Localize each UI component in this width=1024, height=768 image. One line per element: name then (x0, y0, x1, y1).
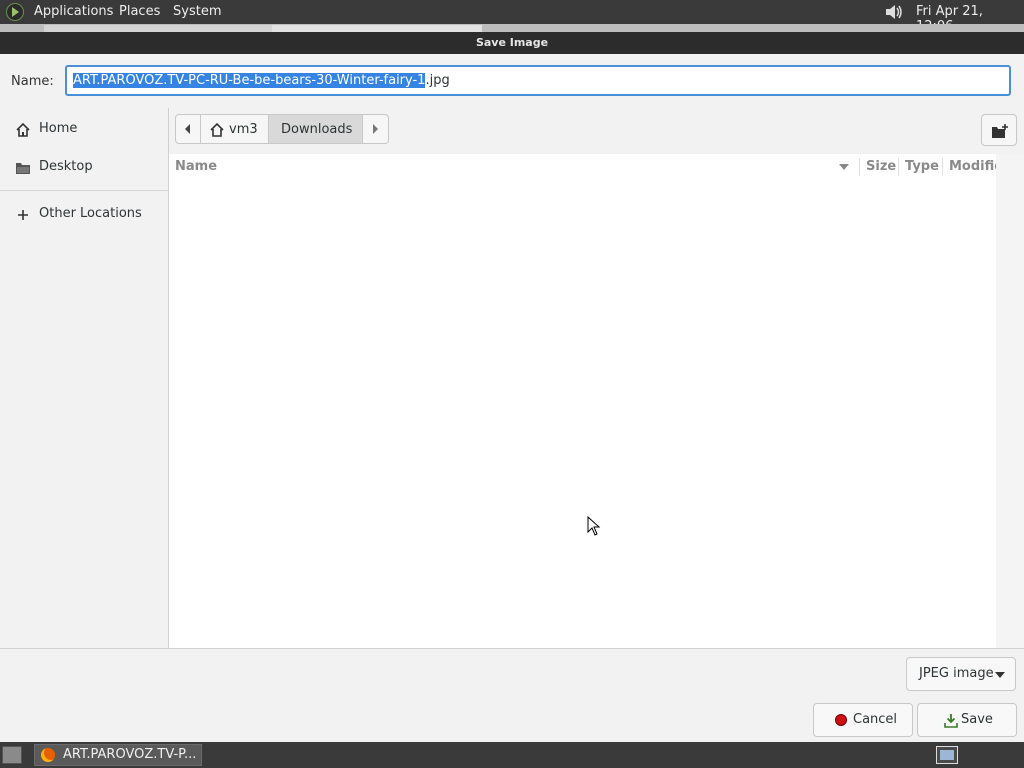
cancel-button[interactable]: Cancel (813, 703, 913, 737)
chevron-right-icon (373, 124, 378, 134)
name-label: Name: (11, 74, 54, 89)
column-separator (898, 158, 899, 176)
column-type[interactable]: Type (905, 159, 939, 174)
column-separator (859, 158, 860, 176)
dialog-title[interactable]: Save Image (0, 32, 1024, 54)
volume-icon[interactable] (884, 3, 906, 21)
sidebar-item-home[interactable]: Home (0, 114, 168, 146)
list-header: Name Size Type Modified (169, 154, 996, 181)
file-type-dropdown[interactable]: JPEG image (906, 657, 1016, 691)
sidebar-item-label: Desktop (39, 159, 93, 174)
path-segment-home[interactable]: vm3 (201, 114, 269, 144)
cancel-button-label: Cancel (853, 712, 898, 727)
sidebar-separator (0, 190, 168, 191)
save-icon (944, 714, 958, 728)
menu-system[interactable]: System (173, 4, 221, 19)
folder-icon (16, 163, 30, 174)
filename-input[interactable]: ART.PAROVOZ.TV-PC-RU-Be-be-bears-30-Wint… (65, 65, 1011, 96)
file-type-label: JPEG image (919, 666, 994, 681)
filename-selection: ART.PAROVOZ.TV-PC-RU-Be-be-bears-30-Wint… (73, 73, 426, 88)
sidebar-item-label: Home (39, 121, 78, 136)
column-name[interactable]: Name (175, 159, 217, 174)
top-panel: Applications Places System Fri Apr 21, 1… (0, 0, 1024, 34)
chevron-left-icon (185, 124, 190, 134)
places-sidebar: Home Desktop Other Locations (0, 108, 169, 648)
filename-extension: .jpg (425, 73, 450, 88)
home-icon (16, 122, 30, 137)
taskbar: ART.PAROVOZ.TV-P... (0, 742, 1024, 768)
name-row: Name: ART.PAROVOZ.TV-PC-RU-Be-be-bears-3… (0, 54, 1024, 108)
menu-places[interactable]: Places (119, 4, 160, 19)
scrollbar[interactable] (996, 154, 1024, 648)
save-image-dialog: Save Image Name: ART.PAROVOZ.TV-PC-RU-Be… (0, 32, 1024, 743)
path-segment-label: Downloads (281, 122, 353, 137)
sidebar-item-other-locations[interactable]: Other Locations (0, 199, 168, 231)
menu-applications[interactable]: Applications (34, 4, 113, 19)
path-bar: vm3 Downloads (169, 108, 1024, 154)
column-size[interactable]: Size (866, 159, 896, 174)
path-segment-downloads[interactable]: Downloads (269, 114, 363, 144)
path-scroll-left-button[interactable] (175, 114, 201, 144)
cancel-icon (835, 714, 847, 726)
save-button[interactable]: Save (917, 703, 1017, 737)
path-segment-label: vm3 (229, 122, 258, 137)
column-separator (942, 158, 943, 176)
dialog-footer: JPEG image Cancel Save (0, 648, 1024, 743)
background-tab (44, 25, 272, 32)
save-button-label: Save (961, 712, 993, 727)
workspace-switcher-icon[interactable] (936, 746, 958, 764)
show-desktop-icon[interactable] (2, 746, 22, 764)
create-folder-button[interactable] (981, 114, 1017, 146)
column-modified[interactable]: Modified (949, 159, 996, 174)
home-icon (210, 122, 224, 137)
firefox-icon (41, 748, 55, 762)
sort-descending-icon[interactable] (839, 164, 849, 170)
window-strip (0, 24, 1024, 32)
sidebar-item-desktop[interactable]: Desktop (0, 152, 168, 184)
chevron-down-icon (995, 672, 1005, 678)
mouse-pointer-icon (587, 516, 601, 536)
column-modified-clip: Modified (949, 154, 996, 180)
file-list[interactable] (169, 180, 996, 648)
plus-icon (18, 210, 28, 220)
distro-logo-icon[interactable] (6, 3, 24, 21)
new-folder-icon (992, 124, 1008, 138)
path-scroll-right-button[interactable] (363, 114, 389, 144)
taskbar-item-label: ART.PAROVOZ.TV-P... (63, 747, 197, 762)
background-tab (272, 25, 482, 32)
sidebar-item-label: Other Locations (39, 206, 142, 221)
taskbar-item-firefox[interactable]: ART.PAROVOZ.TV-P... (34, 744, 202, 766)
file-browser: vm3 Downloads Name Size Type Modifi (169, 108, 1024, 648)
